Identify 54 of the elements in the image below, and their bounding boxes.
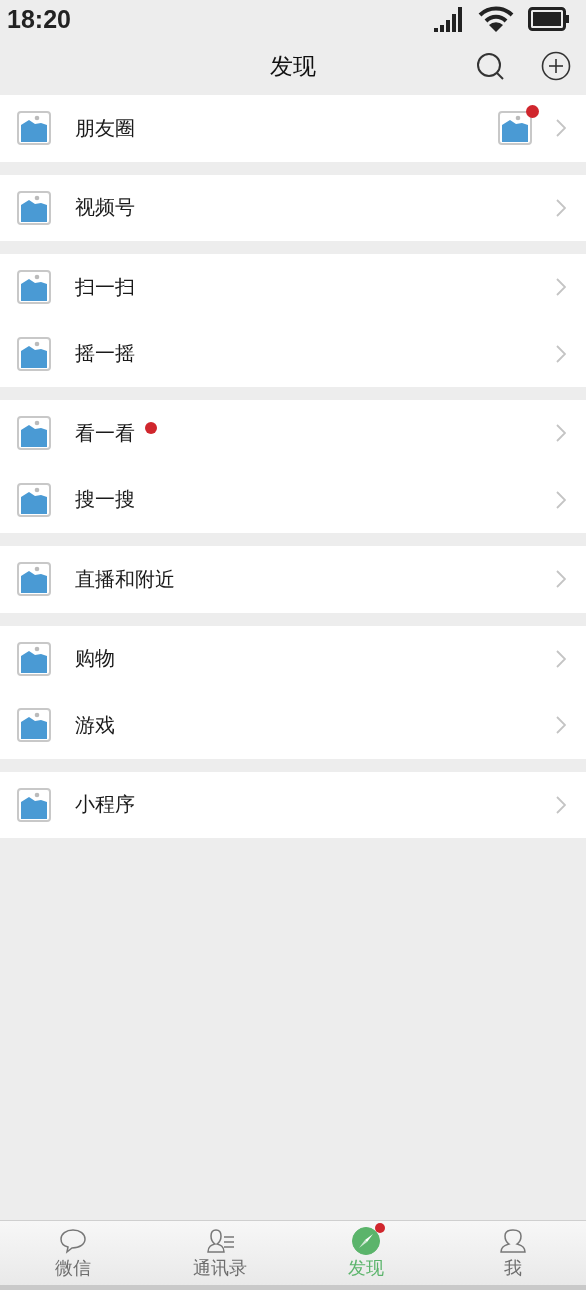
- image-icon: [17, 270, 51, 305]
- menu-item[interactable]: 小程序: [0, 771, 586, 838]
- menu-label: 摇一摇: [75, 340, 135, 368]
- chevron-icon: [556, 344, 566, 363]
- chevron-icon: [556, 278, 566, 297]
- menu-label: 看一看: [75, 419, 135, 447]
- menu-item[interactable]: 视频号: [0, 174, 586, 241]
- battery-icon: [528, 7, 570, 31]
- add-icon[interactable]: [541, 51, 571, 81]
- menu-item[interactable]: 摇一摇: [0, 320, 586, 387]
- image-icon: [17, 190, 51, 225]
- tab[interactable]: 微信: [0, 1221, 147, 1285]
- tab[interactable]: 通讯录: [146, 1221, 293, 1285]
- chevron-icon: [556, 119, 566, 138]
- menu-item[interactable]: 看一看: [0, 400, 586, 467]
- menu-label: 视频号: [75, 194, 135, 222]
- image-icon: [17, 416, 51, 451]
- image-icon: [17, 787, 51, 822]
- compass-icon: [352, 1226, 381, 1255]
- chevron-icon: [556, 795, 566, 814]
- chevron-icon: [556, 570, 566, 589]
- image-icon: [498, 111, 532, 146]
- menu-label: 游戏: [75, 711, 115, 739]
- menu-item[interactable]: 朋友圈: [0, 95, 586, 162]
- image-icon: [17, 482, 51, 517]
- image-icon: [17, 336, 51, 371]
- image-icon: [17, 562, 51, 597]
- menu-label: 朋友圈: [75, 114, 135, 142]
- chevron-icon: [556, 198, 566, 217]
- image-icon: [17, 111, 51, 146]
- tab[interactable]: 我: [439, 1221, 586, 1285]
- chevron-icon: [556, 490, 566, 509]
- menu-label: 购物: [75, 645, 115, 673]
- chevron-icon: [556, 716, 566, 735]
- menu-label: 小程序: [75, 791, 135, 819]
- menu-item[interactable]: 搜一搜: [0, 466, 586, 533]
- chevron-icon: [556, 649, 566, 668]
- menu-label: 扫一扫: [75, 273, 135, 301]
- search-icon[interactable]: [476, 52, 504, 80]
- image-icon: [17, 708, 51, 743]
- menu-item[interactable]: 游戏: [0, 692, 586, 759]
- page-title: 发现: [270, 51, 316, 81]
- menu-label: 直播和附近: [75, 565, 175, 593]
- menu-item[interactable]: 扫一扫: [0, 254, 586, 321]
- status-time: 18:20: [7, 4, 71, 34]
- wifi-icon: [478, 6, 514, 32]
- chevron-icon: [556, 424, 566, 443]
- menu-item[interactable]: 直播和附近: [0, 546, 586, 613]
- speech-bubble-icon: [59, 1227, 88, 1254]
- image-icon: [17, 641, 51, 676]
- menu-item[interactable]: 购物: [0, 625, 586, 692]
- signal-icon: [434, 6, 464, 32]
- person-icon: [498, 1227, 527, 1254]
- menu-label: 搜一搜: [75, 486, 135, 514]
